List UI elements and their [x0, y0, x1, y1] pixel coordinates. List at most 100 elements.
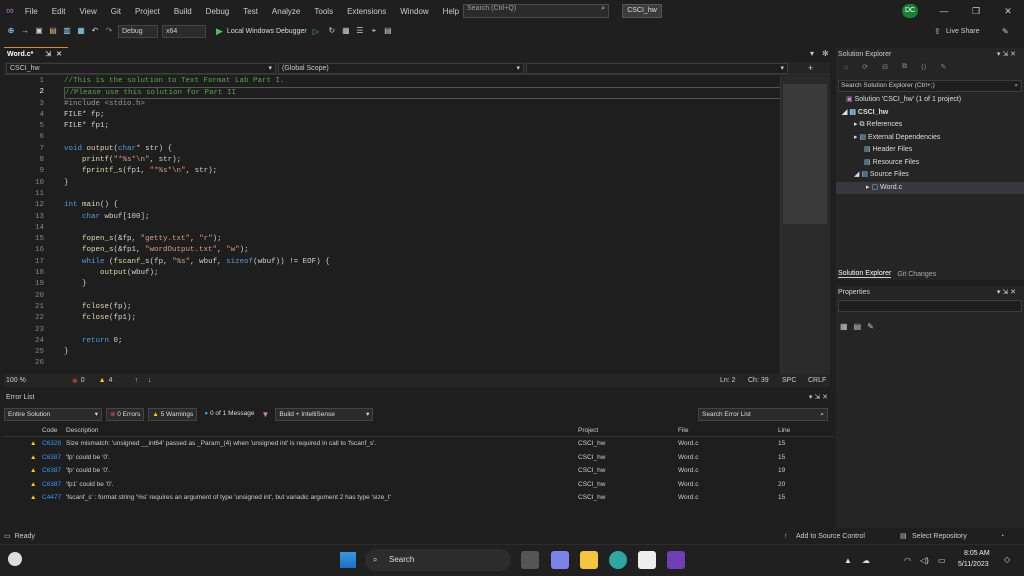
- minimap-viewport[interactable]: [783, 84, 827, 224]
- tree-resource-files[interactable]: ▤ Resource Files: [836, 157, 1024, 170]
- wrench-icon[interactable]: ✎: [867, 322, 874, 331]
- tray-chevron-up-icon[interactable]: ▲: [844, 556, 852, 565]
- undo-icon[interactable]: ↶: [90, 26, 100, 36]
- windows-start-icon[interactable]: [340, 552, 356, 568]
- filter-icon[interactable]: ▼: [261, 410, 269, 419]
- tree-file-word-c[interactable]: ▸ ▢ Word.c: [836, 181, 1024, 194]
- save-icon[interactable]: ▥: [62, 26, 72, 36]
- menu-test[interactable]: Test: [243, 7, 258, 16]
- maximize-icon[interactable]: ❐: [966, 3, 986, 19]
- visual-studio-icon[interactable]: [667, 551, 685, 569]
- error-row[interactable]: ▲ C6387'fp' could be '0'. CSCI_hw Word.c 15: [4, 451, 834, 464]
- error-row[interactable]: ▲ C6387'fp' could be '0'. CSCI_hw Word.c 19: [4, 464, 834, 477]
- tree-external-deps[interactable]: ▸ ▤ External Dependencies: [836, 132, 1024, 145]
- solution-name-badge[interactable]: CSCI_hw: [622, 4, 662, 18]
- clock-date[interactable]: 5/11/2023: [958, 561, 989, 568]
- code-line[interactable]: }: [64, 347, 784, 358]
- spacing-mode[interactable]: SPC: [782, 377, 796, 384]
- clock-time[interactable]: 8:05 AM: [964, 550, 990, 557]
- select-repository-button[interactable]: Select Repository: [912, 533, 967, 540]
- code-line[interactable]: [64, 358, 784, 369]
- line-ending[interactable]: CRLF: [808, 377, 826, 384]
- back-icon[interactable]: ⊕: [6, 26, 16, 36]
- weather-icon[interactable]: [8, 552, 22, 566]
- add-source-control-button[interactable]: Add to Source Control: [796, 533, 865, 540]
- messages-filter-button[interactable]: ● 0 of 1 Message: [201, 408, 257, 421]
- menu-debug[interactable]: Debug: [206, 7, 230, 16]
- tab-close-icon[interactable]: ✕: [56, 51, 62, 58]
- wifi-icon[interactable]: ◠: [904, 556, 911, 565]
- scope-dropdown[interactable]: (Global Scope) ▾: [278, 62, 524, 74]
- tab-overflow-icon[interactable]: ▾: [810, 49, 814, 58]
- col-description[interactable]: Description: [66, 424, 578, 436]
- code-line[interactable]: fprintf_s(fp1, "*%s*\n", str);: [64, 166, 784, 177]
- arrow-down-icon[interactable]: ↓: [148, 377, 152, 384]
- build-filter-dropdown[interactable]: Build + IntelliSense ▾: [275, 407, 374, 421]
- open-icon[interactable]: ▤: [48, 26, 58, 36]
- error-row[interactable]: ▲ C6328 Size mismatch: 'unsigned __int64' …: [4, 437, 834, 450]
- live-share-icon[interactable]: ⇪: [934, 27, 941, 36]
- taskbar-search[interactable]: ⌕ Search: [365, 549, 511, 571]
- global-search-input[interactable]: Search (Ctrl+Q) ⌕: [463, 4, 609, 18]
- sync-icon[interactable]: ⟳: [862, 63, 868, 71]
- code-view-icon[interactable]: ⟨⟩: [921, 63, 926, 71]
- code-line[interactable]: //This is the solution to Text Format La…: [64, 76, 784, 87]
- tree-solution[interactable]: ▣ Solution 'CSCI_hw' (1 of 1 project): [836, 94, 1024, 107]
- col-code[interactable]: Code: [4, 424, 66, 436]
- format-icon[interactable]: ☰: [355, 26, 365, 36]
- split-editor-icon[interactable]: +: [808, 63, 813, 73]
- menu-git[interactable]: Git: [111, 7, 121, 16]
- scope-filter-dropdown[interactable]: Entire Solution ▾: [4, 407, 102, 421]
- menu-file[interactable]: File: [25, 7, 38, 16]
- layout-icon[interactable]: ▦: [341, 26, 351, 36]
- task-view-icon[interactable]: [521, 551, 539, 569]
- code-line[interactable]: void output(char* str) {: [64, 144, 784, 155]
- settings-icon[interactable]: ✻: [822, 49, 829, 58]
- code-line[interactable]: fclose(fp);: [64, 302, 784, 313]
- onedrive-icon[interactable]: ☁: [862, 556, 870, 565]
- bookmark-icon[interactable]: ⌖: [369, 26, 379, 36]
- error-row[interactable]: ▲ C6387'fp1' could be '0'. CSCI_hw Word.c 20: [4, 478, 834, 491]
- code-line[interactable]: #include <stdio.h>: [64, 99, 784, 110]
- pin-icon[interactable]: ▾ ⇲ ✕: [997, 50, 1016, 58]
- battery-icon[interactable]: ▭: [938, 556, 946, 565]
- platform-dropdown[interactable]: x64: [162, 24, 206, 38]
- redo-icon[interactable]: ↷: [104, 26, 114, 36]
- home-icon[interactable]: ⌂: [844, 64, 848, 71]
- feedback-icon[interactable]: ✎: [1002, 27, 1009, 36]
- menu-project[interactable]: Project: [135, 7, 160, 16]
- alphabetical-icon[interactable]: ▤: [854, 322, 862, 331]
- menu-extensions[interactable]: Extensions: [347, 7, 386, 16]
- code-line[interactable]: [64, 223, 784, 234]
- col-file[interactable]: File: [678, 424, 778, 436]
- col-line[interactable]: Line: [778, 424, 808, 436]
- pin-icon[interactable]: ▾ ⇲ ✕: [997, 288, 1016, 296]
- code-line[interactable]: printf("*%s*\n", str);: [64, 155, 784, 166]
- member-dropdown[interactable]: ▾: [526, 62, 788, 74]
- categorized-icon[interactable]: ▦: [840, 322, 848, 331]
- solution-search-input[interactable]: Search Solution Explorer (Ctrl+;) ⌕: [838, 80, 1022, 92]
- collapse-icon[interactable]: ⊟: [882, 63, 888, 71]
- warning-count[interactable]: 4: [109, 377, 113, 384]
- arrow-up-icon[interactable]: ↑: [134, 377, 138, 384]
- play-icon[interactable]: ▶: [216, 26, 223, 37]
- code-line[interactable]: int main() {: [64, 200, 784, 211]
- errors-filter-button[interactable]: ⊗ 0 Errors: [106, 407, 145, 421]
- error-count[interactable]: 0: [81, 377, 85, 384]
- menu-edit[interactable]: Edit: [52, 7, 66, 16]
- tab-solution-explorer[interactable]: Solution Explorer: [838, 270, 892, 278]
- code-text[interactable]: //This is the solution to Text Format La…: [64, 76, 784, 370]
- minimize-icon[interactable]: —: [934, 3, 954, 19]
- menu-build[interactable]: Build: [174, 7, 192, 16]
- tab-git-changes[interactable]: Git Changes: [897, 271, 936, 278]
- code-line[interactable]: [64, 325, 784, 336]
- volume-icon[interactable]: ◁): [920, 556, 929, 565]
- code-line[interactable]: fopen_s(&fp1, "wordOutput.txt", "w");: [64, 245, 784, 256]
- teams-icon[interactable]: [551, 551, 569, 569]
- code-line[interactable]: FILE* fp;: [64, 110, 784, 121]
- forward-icon[interactable]: →: [20, 26, 30, 36]
- error-row[interactable]: ▲ C4477'fscanf_s' : format string '%s' re…: [4, 491, 834, 504]
- pin-icon[interactable]: ⇲: [45, 51, 51, 58]
- close-icon[interactable]: ✕: [998, 3, 1018, 19]
- code-line[interactable]: //Please use this solution for Part II: [64, 87, 784, 99]
